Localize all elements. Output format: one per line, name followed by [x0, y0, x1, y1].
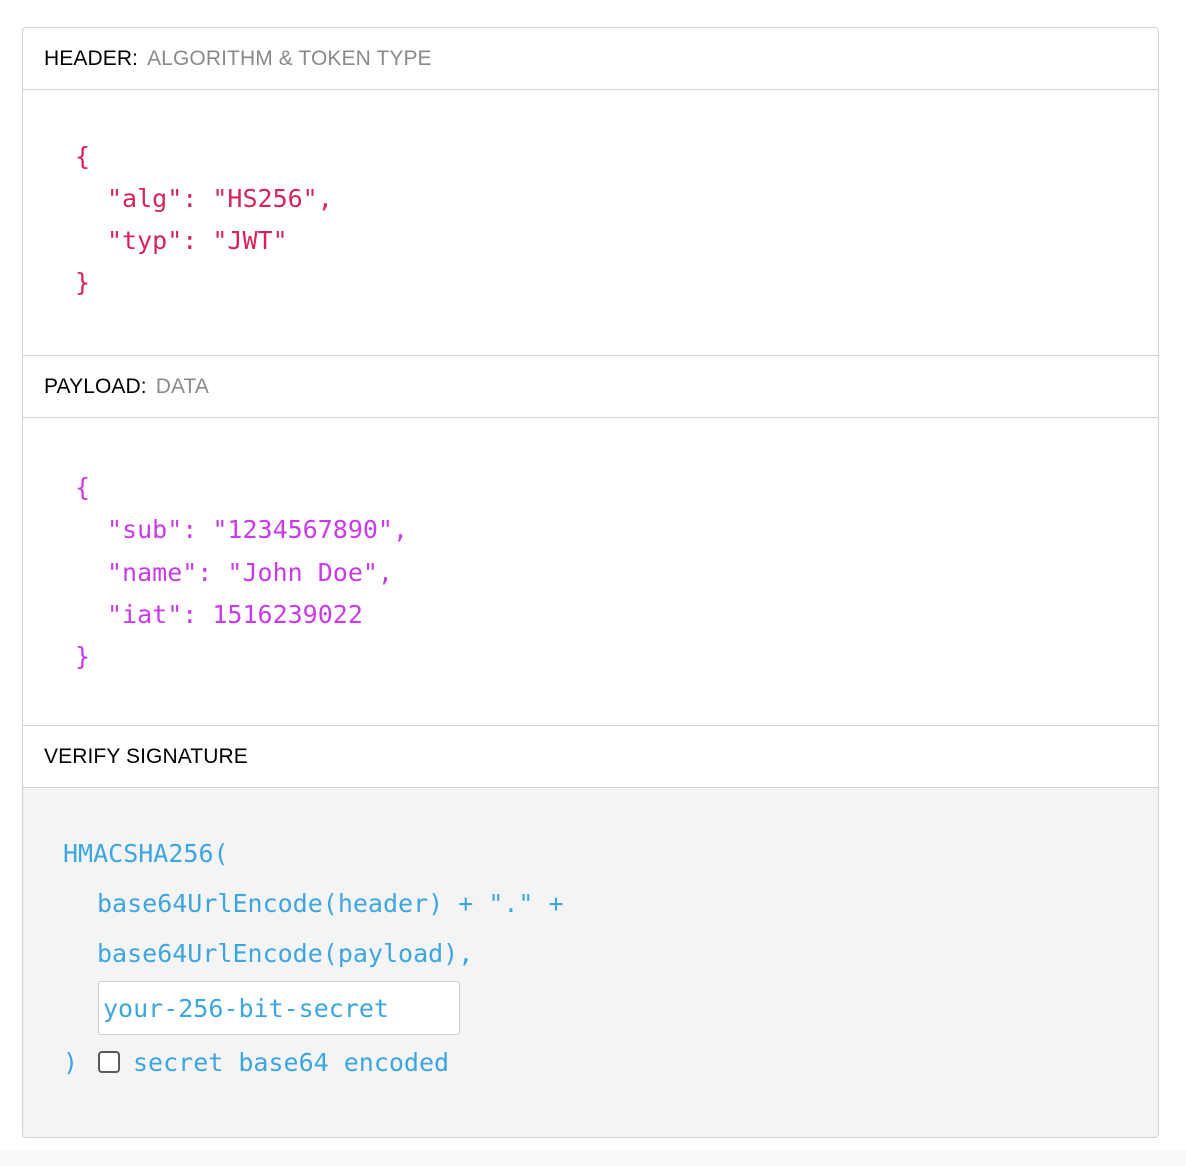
verify-section-title: VERIFY SIGNATURE	[23, 726, 1158, 788]
header-sublabel: ALGORITHM & TOKEN TYPE	[147, 46, 432, 70]
payload-label: PAYLOAD:	[44, 374, 147, 398]
header-json-line-typ: "typ": "JWT"	[107, 226, 288, 255]
payload-json-line-iat: "iat": 1516239022	[107, 600, 363, 629]
header-json-close-brace: }	[75, 268, 91, 297]
verify-label: VERIFY SIGNATURE	[44, 744, 248, 768]
header-json-line-alg: "alg": "HS256",	[107, 184, 333, 213]
payload-json-line-sub: "sub": "1234567890",	[107, 515, 409, 544]
jwt-decoded-panel: HEADER: ALGORITHM & TOKEN TYPE { "alg": …	[22, 27, 1159, 1138]
hmac-arg-header: base64UrlEncode(header) + "." +	[97, 889, 564, 918]
hmac-function-close: )	[63, 1048, 79, 1077]
header-json-open-brace: {	[75, 142, 91, 171]
page-bottom-strip	[0, 1150, 1186, 1166]
header-label: HEADER:	[44, 46, 139, 70]
payload-json-close-brace: }	[75, 642, 91, 671]
hmac-function-open: HMACSHA256(	[63, 839, 229, 868]
payload-json-line-name: "name": "John Doe",	[107, 558, 393, 587]
header-json-editor[interactable]: { "alg": "HS256", "typ": "JWT" }	[23, 90, 1158, 356]
payload-section-title: PAYLOAD: DATA	[23, 356, 1158, 418]
payload-json-open-brace: {	[75, 473, 91, 502]
verify-signature-area: HMACSHA256( base64UrlEncode(header) + ".…	[23, 788, 1158, 1137]
hmac-arg-payload: base64UrlEncode(payload),	[97, 939, 474, 968]
secret-input[interactable]	[98, 981, 460, 1035]
payload-json-editor[interactable]: { "sub": "1234567890", "name": "John Doe…	[23, 418, 1158, 726]
header-section-title: HEADER: ALGORITHM & TOKEN TYPE	[23, 28, 1158, 90]
secret-base64-checkbox[interactable]	[98, 1051, 120, 1073]
payload-sublabel: DATA	[155, 374, 210, 398]
secret-base64-label[interactable]: secret base64 encoded	[133, 1048, 449, 1078]
